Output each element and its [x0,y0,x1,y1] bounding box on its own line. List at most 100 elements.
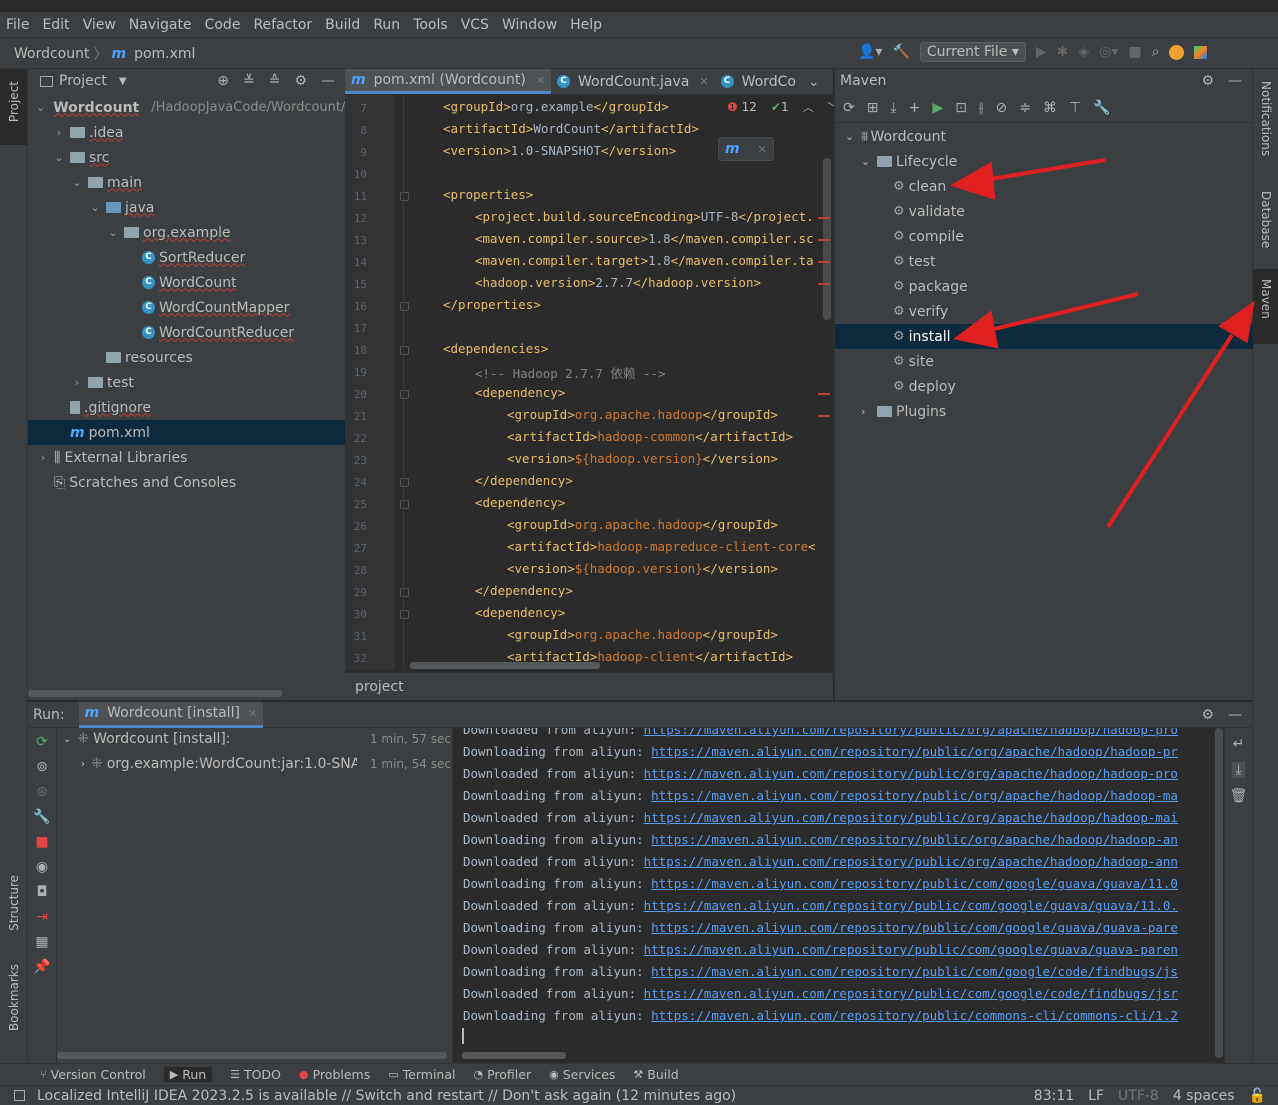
dependencies-icon[interactable]: ⌘ [1043,100,1057,116]
console-link[interactable]: https://maven.aliyun.com/repository/publ… [644,810,1178,825]
error-stripe-marker[interactable] [818,217,830,219]
close-icon[interactable]: ✕ [758,143,767,156]
soft-wrap-icon[interactable]: ↵ [1233,736,1245,752]
tab-wordco[interactable]: C WordCo [715,69,802,94]
breadcrumb-project[interactable]: Wordcount [14,46,89,62]
menu-navigate[interactable]: Navigate [129,17,192,33]
tree-item-src[interactable]: ⌄ src [28,145,345,170]
tree-item-wordcount[interactable]: C WordCount [28,270,345,295]
maven-goal-verify[interactable]: ⚙ verify [835,299,1253,324]
console-link[interactable]: https://maven.aliyun.com/repository/publ… [644,854,1178,869]
chevron-right-icon[interactable]: › [36,451,50,464]
error-stripe-marker[interactable] [818,239,830,241]
stop-icon[interactable]: ■ [1128,44,1141,60]
error-stripe-marker[interactable] [818,415,830,417]
chevron-down-icon[interactable]: ⌄ [36,101,45,114]
camera-icon[interactable]: ◘ [36,884,47,900]
tree-item-sortreducer[interactable]: C SortReducer [28,245,345,270]
update-icon[interactable] [1169,44,1185,60]
project-panel-title[interactable]: Project [59,73,107,89]
structure-tool-tab[interactable]: Structure [7,875,21,931]
console-link[interactable]: https://maven.aliyun.com/repository/publ… [651,964,1178,979]
chevron-down-icon[interactable]: ⌄ [845,130,861,143]
chevron-down-icon[interactable]: ⌄ [808,74,820,90]
console-vertical-scrollbar[interactable] [1215,728,1223,1058]
maven-goal-clean[interactable]: ⚙ clean [835,174,1253,199]
collapse-icon[interactable]: ≑ [1019,100,1031,116]
collapse-all-icon[interactable]: ≙ [269,73,281,89]
bookmarks-tool-tab[interactable]: Bookmarks [7,964,21,1031]
close-icon[interactable]: ✕ [536,74,545,87]
chevron-down-icon[interactable]: ▼ [119,76,127,87]
search-icon[interactable]: ⌕ [1152,44,1160,60]
menu-edit[interactable]: Edit [42,17,69,33]
tree-root-wordcount[interactable]: ⌄ Wordcount/HadoopJavaCode/Wordcount/ [28,95,345,120]
lock-icon[interactable]: 🔓 [1249,1088,1266,1104]
tool-tab-version-control[interactable]: ⑂ Version Control [40,1067,146,1082]
close-icon[interactable]: ✕ [248,707,257,720]
maven-reload-popup[interactable]: m ✕ [718,137,774,161]
user-icon[interactable]: 👤▾ [858,44,882,60]
cursor-position[interactable]: 83:11 [1034,1088,1074,1104]
skip-tests-icon[interactable]: ⊘ [995,100,1007,116]
plus-icon[interactable]: + [909,100,921,116]
console-link[interactable]: https://maven.aliyun.com/repository/publ… [651,1008,1178,1023]
exit-icon[interactable]: ⇥ [36,909,48,925]
console-link[interactable]: https://maven.aliyun.com/repository/publ… [651,920,1178,935]
project-tool-tab[interactable]: Project [7,81,21,122]
stop-icon[interactable]: ■ [35,834,48,850]
menu-build[interactable]: Build [325,17,360,33]
toggle-offline-icon[interactable]: ⊚ [36,759,48,775]
indent-setting[interactable]: 4 spaces [1173,1088,1235,1104]
menu-refactor[interactable]: Refactor [253,17,312,33]
menu-help[interactable]: Help [570,17,602,33]
inspection-widget[interactable]: ❶ 12 ✔1 ︿ ﹀ [727,99,839,115]
console-link[interactable]: https://maven.aliyun.com/repository/publ… [651,876,1178,891]
eye-icon[interactable]: ◉ [36,859,48,875]
run-tree-child[interactable]: › ⁜ org.example:WordCount:jar:1.0-SNAPSH… [81,756,451,772]
menu-vcs[interactable]: VCS [461,17,489,33]
tree-item-org-example[interactable]: ⌄ org.example [28,220,345,245]
expand-all-icon[interactable]: ≚ [243,73,255,89]
error-stripe-marker[interactable] [818,261,830,263]
fold-marker-icon[interactable] [400,588,409,597]
tree-item-main[interactable]: ⌄ main [28,170,345,195]
tab-pom-xml[interactable]: m pom.xml (Wordcount) ✕ [345,69,552,94]
gear-icon[interactable]: ⚙ [294,73,307,89]
chevron-down-icon[interactable]: ⌄ [106,226,120,239]
tool-tab-problems[interactable]: ● Problems [299,1067,370,1082]
tree-item-test[interactable]: › test [28,370,345,395]
console-output[interactable]: Downloaded from aliyun: https://maven.al… [454,728,1224,1063]
tool-tab-run[interactable]: ▶ Run [163,1067,213,1082]
console-scrollbar[interactable] [462,1052,566,1059]
maven-reload-icon[interactable]: m [725,141,740,157]
status-icon[interactable] [14,1090,25,1101]
chevron-down-icon[interactable]: ⌄ [861,155,877,168]
skip-tests-icon[interactable]: ⊛ [36,784,48,800]
run-tab[interactable]: m Wordcount [install] ✕ [78,701,264,728]
maven-plugins[interactable]: › Plugins [835,399,1253,424]
console-link[interactable]: https://maven.aliyun.com/repository/publ… [644,766,1178,781]
project-scrollbar[interactable] [28,690,282,697]
console-link[interactable]: https://maven.aliyun.com/repository/publ… [644,898,1178,913]
wrench-icon[interactable]: 🔧 [1093,100,1110,116]
error-stripe-marker[interactable] [818,283,830,285]
menu-code[interactable]: Code [205,17,241,33]
tree-item-scratches-and-consoles[interactable]: ⎘ Scratches and Consoles [28,470,345,495]
fold-marker-icon[interactable] [400,610,409,619]
console-link[interactable]: https://maven.aliyun.com/repository/publ… [651,744,1178,759]
jetbrains-icon[interactable] [1194,45,1208,59]
gear-icon[interactable]: ⚙ [1201,707,1214,723]
tree-item-wordcountmapper[interactable]: C WordCountMapper [28,295,345,320]
status-message[interactable]: Localized IntelliJ IDEA 2023.2.5 is avai… [37,1088,736,1104]
hide-icon[interactable]: — [1228,73,1242,89]
wrench-icon[interactable]: 🔧 [33,809,50,825]
tree-item-gitignore[interactable]: .gitignore [28,395,345,420]
reload-icon[interactable]: ⟳ [843,100,855,116]
toggle-offline-icon[interactable]: ⫲ [979,100,984,116]
coverage-icon[interactable]: ◈ [1078,44,1089,60]
tool-tab-build[interactable]: ⚒ Build [633,1067,678,1082]
tree-item-java[interactable]: ⌄ java [28,195,345,220]
tool-tab-terminal[interactable]: ▭ Terminal [388,1067,455,1082]
run-tree-root[interactable]: ⌄ ⁜ Wordcount [install]: 1 min, 57 sec [63,731,451,747]
